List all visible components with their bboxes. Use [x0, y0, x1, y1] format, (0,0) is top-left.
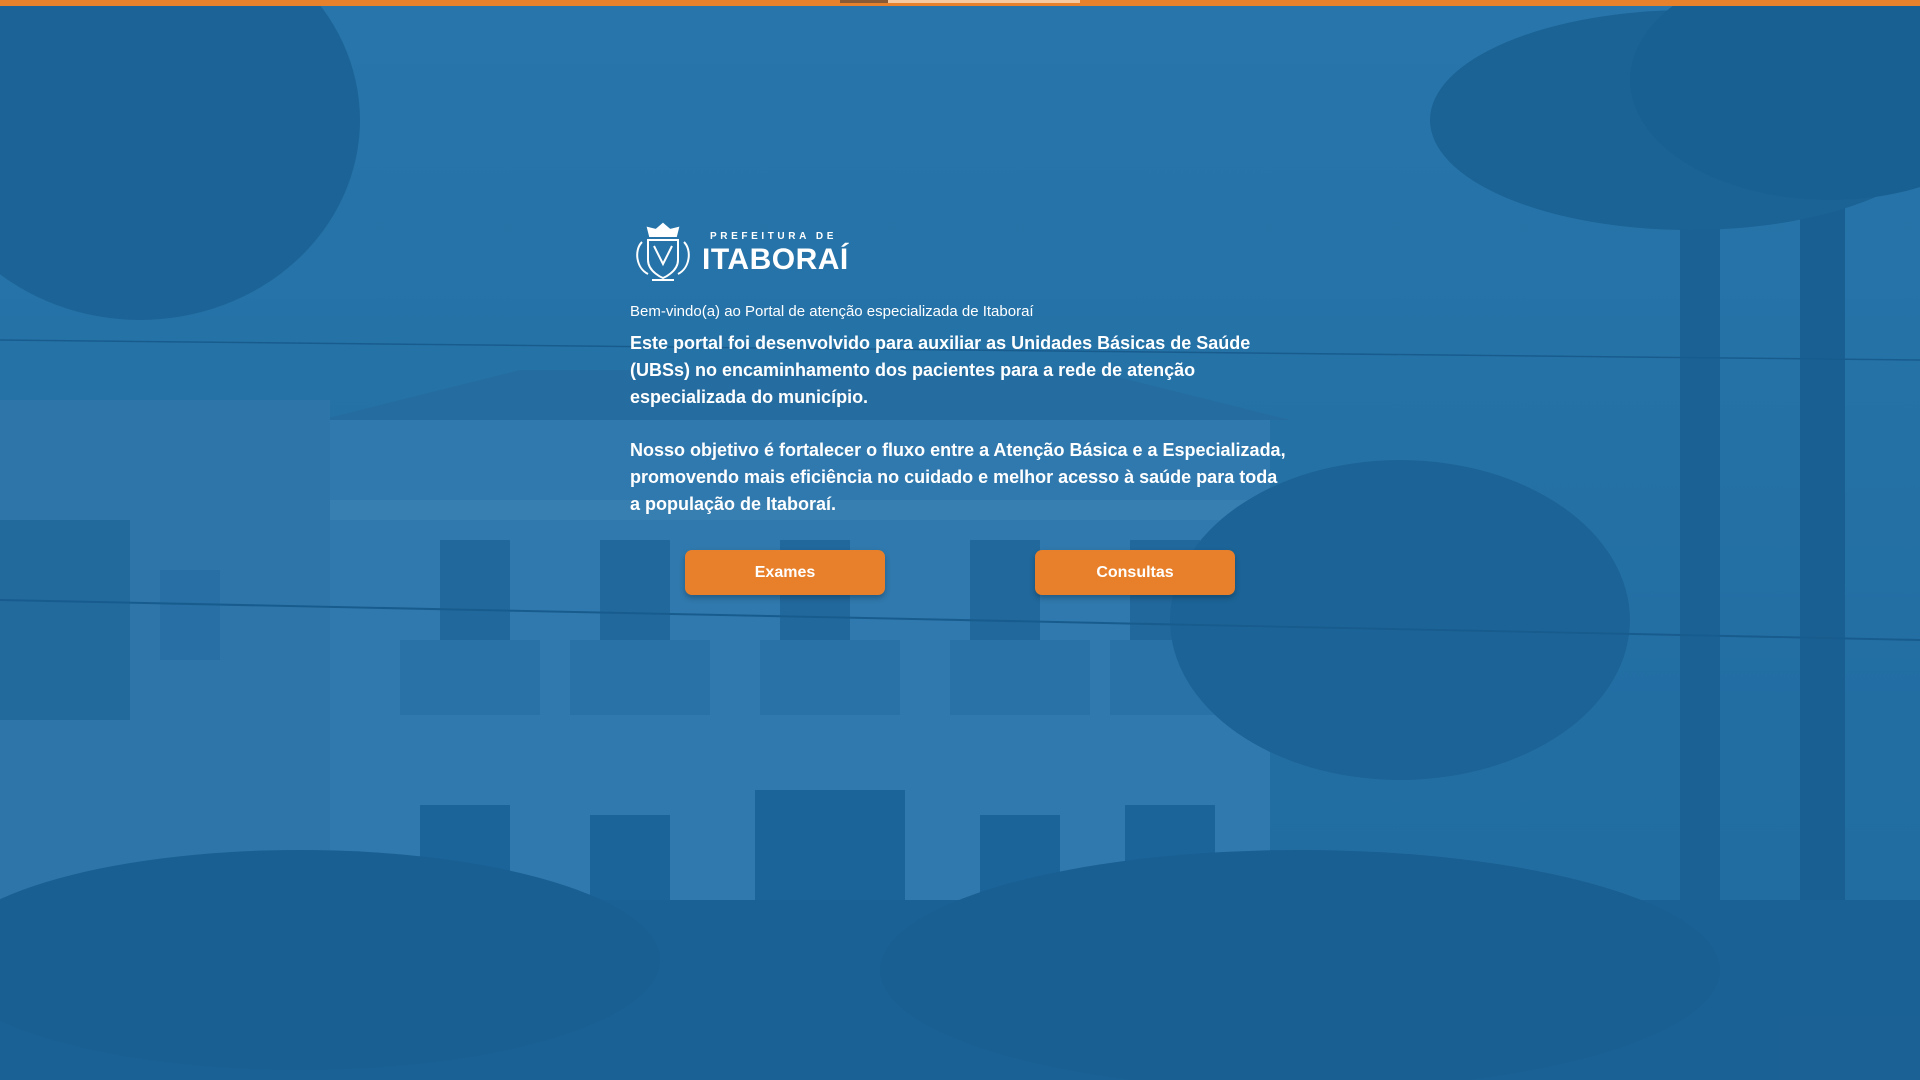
- top-accent-bar: [0, 0, 1920, 6]
- logo-name: ITABORAÍ: [702, 242, 849, 276]
- prefeitura-logo: PREFEITURA DE ITABORAÍ: [630, 220, 1290, 286]
- action-buttons: Exames Consultas: [630, 550, 1290, 596]
- consultas-button[interactable]: Consultas: [1035, 550, 1235, 595]
- intro-paragraph-2: Nosso objetivo é fortalecer o fluxo entr…: [630, 437, 1290, 518]
- loading-indicator-light: [888, 0, 1080, 3]
- intro-paragraph-1: Este portal foi desenvolvido para auxili…: [630, 330, 1290, 411]
- paragraph-2-text: Nosso objetivo é: [630, 440, 780, 460]
- logo-prefix: PREFEITURA DE: [710, 230, 837, 242]
- coat-of-arms-icon: [636, 222, 690, 281]
- portal-intro: PREFEITURA DE ITABORAÍ Bem-vindo(a) ao P…: [630, 220, 1290, 596]
- paragraph-2-emphasis: fortalecer o fluxo entre a Atenção Básic…: [779, 440, 1281, 460]
- welcome-text: Bem-vindo(a) ao Portal de atenção especi…: [630, 303, 1034, 320]
- paragraph-1-text: Este portal foi desenvolvido para: [630, 333, 919, 353]
- loading-indicator-dark: [840, 0, 888, 3]
- paragraph-1-text-end: no encaminhamento dos pacientes para a r…: [630, 360, 1196, 407]
- exames-button[interactable]: Exames: [685, 550, 885, 595]
